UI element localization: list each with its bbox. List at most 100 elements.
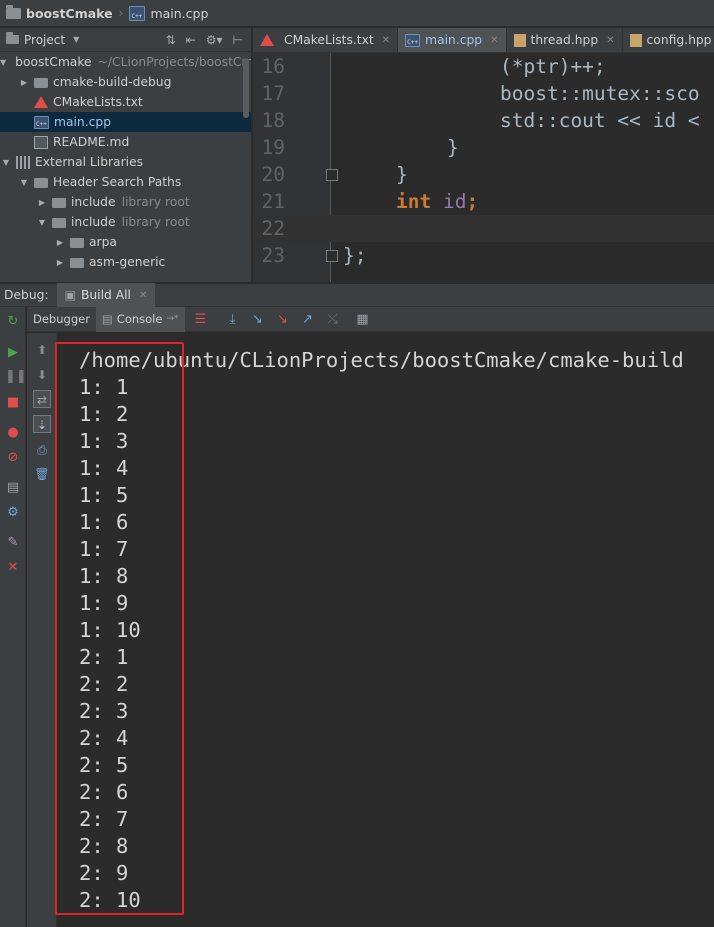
navigation-bar: boostCmake › main.cpp	[0, 0, 714, 27]
editor-tab[interactable]: thread.hpp ✕	[507, 28, 623, 52]
expand-arrow-icon[interactable]: ▼	[18, 178, 30, 187]
project-tree-item[interactable]: CMakeLists.txt	[0, 92, 251, 112]
settings-icon[interactable]: ⚙	[5, 505, 21, 521]
code-line[interactable]: 17 boost::mutex::sco	[253, 80, 714, 107]
tab-debugger[interactable]: Debugger	[27, 307, 96, 332]
code-line[interactable]: 21 int id;	[253, 188, 714, 215]
console-line: 2: 6	[79, 780, 129, 804]
cpp-icon	[405, 33, 421, 47]
run-to-cursor-icon[interactable]: ⤯	[324, 311, 342, 327]
console-line: 2: 1	[79, 645, 129, 669]
console-line: 2: 2	[79, 672, 129, 696]
evaluate-expression-icon[interactable]: ▦	[354, 311, 372, 327]
project-tree-item[interactable]: main.cpp	[0, 112, 251, 132]
tab-console[interactable]: ▤ Console →*	[95, 306, 185, 332]
collapse-arrow-icon[interactable]: ▶	[36, 198, 48, 207]
code-line[interactable]: 20}	[253, 161, 714, 188]
arrow-up-icon[interactable]: ⬆	[33, 341, 51, 359]
project-panel: Project ▼ ⇅ ⇤ ⚙▾ ⊢ ▼ boostCmake ~/CLionPro…	[0, 28, 252, 282]
code-line[interactable]: 19}	[253, 134, 714, 161]
code-line[interactable]: 16 (*ptr)++;	[253, 53, 714, 80]
editor-pane: CMakeLists.txt ✕ main.cpp ✕ thread.hpp ✕ confi…	[253, 28, 714, 282]
project-tree-item[interactable]: README.md	[0, 132, 251, 152]
folder-icon	[6, 4, 21, 19]
hide-panel-icon[interactable]: ⊢	[233, 33, 243, 47]
code-line[interactable]: 22	[253, 215, 714, 242]
expand-arrow-icon[interactable]: ▼	[36, 218, 48, 227]
editor-tab-label: thread.hpp	[530, 33, 599, 47]
layout-icon[interactable]: ▤	[5, 480, 21, 496]
expand-arrow-icon[interactable]: ▼	[0, 158, 12, 167]
debug-side-toolbar: ↻ ▶ ❚❚ ■ ● ⊘ ▤ ⚙ ✎ ✕	[0, 307, 27, 927]
project-tree-item[interactable]: ▼ include library root	[0, 212, 251, 232]
scroll-to-end-icon[interactable]: ⇣	[33, 415, 51, 433]
stop-icon[interactable]: ■	[5, 395, 21, 411]
pause-icon[interactable]: ❚❚	[5, 369, 27, 385]
force-step-into-icon[interactable]: ↘	[274, 311, 292, 327]
expand-arrow-icon[interactable]: ▼	[0, 58, 6, 67]
debug-tool-window-header: Debug: ▣ Build All ✕	[0, 283, 714, 307]
project-tree-item[interactable]: ▼ External Libraries	[0, 152, 251, 172]
project-icon	[6, 32, 19, 44]
print-icon[interactable]: ⎙	[33, 441, 51, 459]
close-icon[interactable]: ✕	[139, 290, 147, 301]
step-out-icon[interactable]: ↗	[299, 311, 317, 327]
keyword-token: int	[396, 190, 432, 213]
collapse-all-icon[interactable]: ⇤	[186, 33, 196, 47]
console-line: 1: 5	[79, 483, 129, 507]
console-output[interactable]: /home/ubuntu/CLionProjects/boostCmake/cm…	[58, 333, 714, 927]
close-icon[interactable]: ✕	[5, 560, 21, 576]
mute-breakpoints-icon[interactable]: ⊘	[5, 450, 21, 466]
pin-tab-icon[interactable]: →*	[166, 314, 178, 324]
close-icon[interactable]: ✕	[606, 35, 614, 46]
arrow-down-icon[interactable]: ⬇	[33, 366, 51, 384]
collapse-arrow-icon[interactable]: ▶	[54, 238, 66, 247]
pin-icon[interactable]: ✎	[5, 535, 21, 551]
console-line: 1: 3	[79, 429, 129, 453]
code-text: };	[343, 244, 367, 267]
rerun-icon[interactable]: ↻	[5, 314, 21, 330]
line-number: 20	[261, 163, 285, 186]
resume-icon[interactable]: ▶	[5, 345, 21, 361]
console-icon: ▤	[101, 312, 113, 326]
breadcrumb-project[interactable]: boostCmake	[6, 4, 113, 21]
debug-label: Debug:	[4, 288, 49, 302]
code-line[interactable]: 23};	[253, 242, 714, 269]
project-tree-item[interactable]: ▶ cmake-build-debug	[0, 72, 251, 92]
project-tree-item[interactable]: ▶ include library root	[0, 192, 251, 212]
view-breakpoints-icon[interactable]: ●	[5, 425, 21, 441]
breadcrumb-file[interactable]: main.cpp	[129, 5, 208, 21]
sync-icon[interactable]: ⇅	[166, 33, 176, 47]
console-line: /home/ubuntu/CLionProjects/boostCmake/cm…	[79, 348, 684, 372]
editor-tab[interactable]: CMakeLists.txt ✕	[253, 28, 399, 52]
fold-marker-icon[interactable]	[326, 169, 338, 181]
fold-marker-icon[interactable]	[326, 250, 338, 262]
show-execution-point-icon[interactable]: ☰	[192, 311, 210, 327]
collapse-arrow-icon[interactable]: ▶	[54, 258, 66, 267]
clear-all-icon[interactable]: 🗑	[33, 465, 51, 483]
build-all-tab[interactable]: ▣ Build All ✕	[56, 283, 156, 307]
step-over-icon[interactable]: ⤓	[224, 311, 242, 327]
project-tree-item-label: arpa	[89, 235, 117, 249]
project-tree-item-hint: ~/CLionProjects/boostCm	[97, 55, 252, 69]
project-tree-item[interactable]: ▼ Header Search Paths	[0, 172, 251, 192]
project-tree-item[interactable]: ▼ boostCmake ~/CLionProjects/boostCm	[0, 52, 251, 72]
project-tree-item[interactable]: ▶ asm-generic	[0, 252, 251, 272]
editor-tab[interactable]: config.hpp✕	[623, 28, 714, 52]
close-icon[interactable]: ✕	[490, 35, 498, 46]
soft-wrap-icon[interactable]: ⇄	[33, 390, 51, 408]
gear-icon[interactable]: ⚙▾	[206, 33, 223, 47]
step-into-icon[interactable]: ↘	[249, 311, 267, 327]
project-scrollbar[interactable]	[243, 58, 249, 118]
editor-tab[interactable]: main.cpp ✕	[398, 28, 507, 52]
project-tree-item-label: External Libraries	[35, 155, 144, 169]
project-panel-title[interactable]: Project	[24, 33, 65, 47]
editor-tab-label: CMakeLists.txt	[284, 33, 374, 47]
project-tree-item-label: CMakeLists.txt	[53, 95, 143, 109]
close-icon[interactable]: ✕	[382, 35, 390, 46]
code-line[interactable]: 18 std::cout << id <	[253, 107, 714, 134]
collapse-arrow-icon[interactable]: ▶	[18, 78, 30, 87]
code-area[interactable]: 16 (*ptr)++; 17 boost::mutex::sco 18 std::cou…	[253, 53, 714, 269]
chevron-down-icon[interactable]: ▼	[73, 35, 79, 44]
project-tree-item[interactable]: ▶ arpa	[0, 232, 251, 252]
